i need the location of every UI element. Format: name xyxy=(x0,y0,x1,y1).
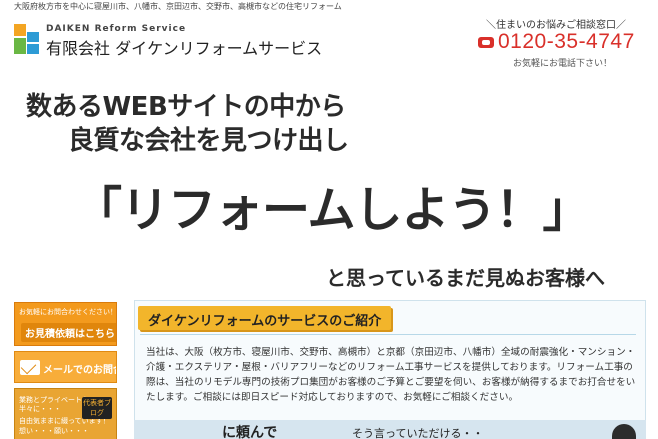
hero-line-2: 良質な会社を見つけ出し xyxy=(68,126,349,156)
house-blocks-icon xyxy=(14,24,39,54)
testimonial-banner: に頼んで そう言っていただける・・ xyxy=(134,420,646,439)
hero-headline: 「リフォームしよう！」 xyxy=(74,182,591,238)
banner-text-2: そう言っていただける・・ xyxy=(352,427,484,439)
logo-company-name: 有限会社 ダイケンリフォームサービス xyxy=(46,39,323,58)
section-title: ダイケンリフォームのサービスのご紹介 xyxy=(138,306,392,330)
avatar xyxy=(612,424,636,439)
banner-text-1: に頼んで xyxy=(222,425,278,439)
section-body: 当社は、大阪（枚方市、寝屋川市、交野市、高槻市）と京都（京田辺市、八幡市）全域の… xyxy=(146,347,636,403)
quote-tag: お気軽にお問合わせください！ xyxy=(19,308,117,316)
envelope-icon xyxy=(20,360,40,375)
sidebar: お気軽にお問合わせください！ お見積依頼はこちら メールでのお問合せ 業務とプラ… xyxy=(14,302,117,439)
phone-icon xyxy=(478,37,494,48)
blog-text-4: 想い・・・願い・・・ xyxy=(19,427,89,435)
quote-request-button[interactable]: お気軽にお問合わせください！ お見積依頼はこちら xyxy=(14,302,117,346)
contact-heading: ＼住まいのお悩みご相談窓口／ xyxy=(486,20,626,31)
page: 大阪府枚方市を中心に寝屋川市、八幡市、京田辺市、交野市、高槻市などの住宅リフォー… xyxy=(0,0,658,439)
quote-label: お見積依頼はこちら xyxy=(21,323,116,342)
hero-line-3: と思っているまだ見ぬお客様へ xyxy=(326,266,605,290)
blog-button[interactable]: 業務とプライベートを 半々に・・・ 自由気ままに綴っています！ 想い・・・願い・… xyxy=(14,388,117,439)
blog-badge: 代表者ブログ xyxy=(82,397,112,419)
site-tagline: 大阪府枚方市を中心に寝屋川市、八幡市、京田辺市、交野市、高槻市などの住宅リフォー… xyxy=(14,2,342,11)
contact-note: お気軽にお電話下さい！ xyxy=(513,59,613,69)
section-divider xyxy=(140,334,636,335)
logo-english: DAIKEN Reform Service xyxy=(46,24,187,34)
hero-line-1: 数あるWEBサイトの中から xyxy=(26,92,346,122)
mail-contact-button[interactable]: メールでのお問合せ xyxy=(14,351,117,383)
mail-label: メールでのお問合せ xyxy=(43,365,116,376)
site-logo[interactable]: DAIKEN Reform Service 有限会社 ダイケンリフォームサービス xyxy=(14,20,322,62)
phone-number: 0120-35-4747 xyxy=(498,30,635,53)
blog-text-2: 半々に・・・ xyxy=(19,405,61,413)
